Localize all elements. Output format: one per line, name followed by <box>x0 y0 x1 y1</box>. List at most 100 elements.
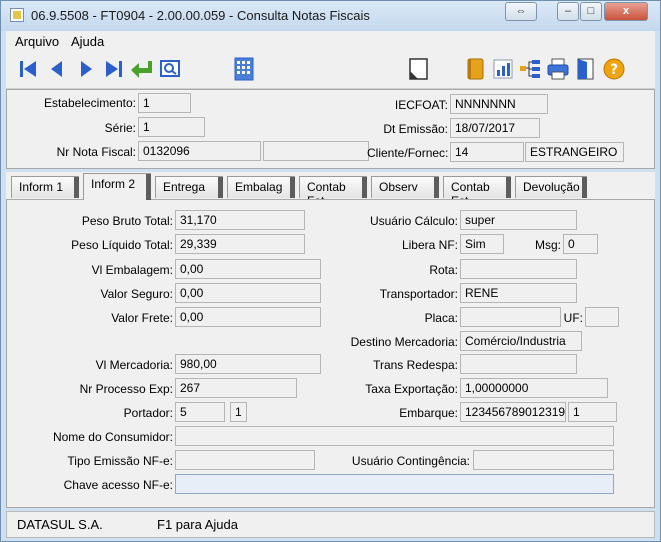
tab-devolucao[interactable]: Devolução <box>515 176 587 198</box>
msg-label: Msg: <box>534 238 561 252</box>
status-company: DATASUL S.A. <box>17 517 103 532</box>
placa-field[interactable] <box>460 307 561 327</box>
taxa-exportacao-label: Taxa Exportação: <box>365 382 458 396</box>
new-document-icon[interactable] <box>406 57 430 81</box>
tab-contab-est[interactable]: Contab Est <box>443 176 511 208</box>
tab-inform-2-label: Inform 2 <box>91 177 136 191</box>
tree-structure-icon[interactable] <box>518 57 542 81</box>
title-bar[interactable]: 06.9.5508 - FT0904 - 2.00.00.059 - Consu… <box>1 1 660 31</box>
usuario-calculo-field[interactable]: super <box>460 210 577 230</box>
menu-arquivo[interactable]: Arquivo <box>15 34 59 49</box>
dt-emissao-field[interactable]: 18/07/2017 <box>450 118 540 138</box>
valor-frete-field[interactable]: 0,00 <box>175 307 321 327</box>
close-button[interactable]: x <box>604 2 648 21</box>
peso-bruto-label: Peso Bruto Total: <box>81 214 173 228</box>
peso-bruto-field[interactable]: 31,170 <box>175 210 305 230</box>
exit-door-icon[interactable] <box>574 57 598 81</box>
tab-entrega-label: Entrega <box>163 180 206 194</box>
portador-label: Portador: <box>123 406 173 420</box>
tab-inform-1[interactable]: Inform 1 <box>11 176 79 198</box>
usuario-contingencia-field[interactable] <box>473 450 614 470</box>
header-panel: Estabelecimento: 1 Série: 1 Nr Nota Fisc… <box>6 89 655 169</box>
vl-embalagem-label: Vl Embalagem: <box>91 263 173 277</box>
help-icon[interactable]: ? <box>602 57 626 81</box>
transportador-label: Transportador: <box>379 287 458 301</box>
inform-2-panel: Peso Bruto Total: 31,170 Peso Líquido To… <box>6 199 655 508</box>
previous-record-icon[interactable] <box>45 57 69 81</box>
rota-field[interactable] <box>460 259 577 279</box>
tipo-emissao-field[interactable] <box>175 450 315 470</box>
nome-consumidor-field[interactable] <box>175 426 614 446</box>
report-chart-icon[interactable] <box>491 57 515 81</box>
trans-redespa-field[interactable] <box>460 354 577 374</box>
tab-observ-label: Observ <box>379 180 418 194</box>
tab-inform-2[interactable]: Inform 2 <box>83 173 151 200</box>
cliente-fornec-label: Cliente/Fornec: <box>367 146 449 160</box>
tipo-emissao-label: Tipo Emissão NF-e: <box>67 454 173 468</box>
uf-field[interactable] <box>585 307 619 327</box>
menu-ajuda[interactable]: Ajuda <box>71 34 104 49</box>
nr-processo-exp-field[interactable]: 267 <box>175 378 297 398</box>
peso-liquido-field[interactable]: 29,339 <box>175 234 305 254</box>
first-record-icon[interactable] <box>16 57 40 81</box>
serie-field[interactable]: 1 <box>138 117 205 137</box>
embarque-field[interactable]: 1234567890123193 <box>460 402 566 422</box>
vl-mercadoria-field[interactable]: 980,00 <box>175 354 321 374</box>
chave-acesso-label: Chave acesso NF-e: <box>63 478 173 492</box>
toolbar: ? <box>6 51 655 89</box>
nr-nota-fiscal-label: Nr Nota Fiscal: <box>56 145 136 159</box>
transportador-field[interactable]: RENE <box>460 283 577 303</box>
search-zoom-icon[interactable] <box>158 57 182 81</box>
usuario-calculo-label: Usuário Cálculo: <box>369 214 458 228</box>
taxa-exportacao-field[interactable]: 1,00000000 <box>460 378 608 398</box>
uf-label: UF: <box>563 311 583 325</box>
tab-bar: Inform 1 Inform 2 Entrega Embalag Contab… <box>6 172 655 208</box>
app-icon <box>10 8 24 22</box>
embarque-label: Embarque: <box>399 406 458 420</box>
vl-mercadoria-label: Vl Mercadoria: <box>95 358 173 372</box>
destino-mercadoria-field[interactable]: Comércio/Industria <box>460 331 582 351</box>
valor-seguro-field[interactable]: 0,00 <box>175 283 321 303</box>
status-help: F1 para Ajuda <box>157 517 238 532</box>
tab-observ[interactable]: Observ <box>371 176 439 198</box>
rota-label: Rota: <box>429 263 458 277</box>
trans-redespa-label: Trans Redespa: <box>373 358 458 372</box>
usuario-contingencia-label: Usuário Contingência: <box>351 454 470 468</box>
libera-nf-field[interactable]: Sim <box>460 234 504 254</box>
cliente-name-field[interactable]: ESTRANGEIRO <box>525 142 624 162</box>
peso-liquido-label: Peso Líquido Total: <box>71 238 173 252</box>
cliente-code-field[interactable]: 14 <box>450 142 524 162</box>
tab-entrega[interactable]: Entrega <box>155 176 223 198</box>
tab-devolucao-label: Devolução <box>523 180 580 194</box>
printer-icon[interactable] <box>546 57 570 81</box>
valor-frete-label: Valor Frete: <box>111 311 173 325</box>
status-bar: DATASUL S.A. F1 para Ajuda <box>6 511 655 538</box>
nr-processo-exp-label: Nr Processo Exp: <box>79 382 173 396</box>
calendar-icon[interactable] <box>232 57 256 81</box>
iecfoat-field[interactable]: NNNNNNN <box>450 94 548 114</box>
goto-return-icon[interactable] <box>130 57 154 81</box>
portador-modalidade-field[interactable]: 1 <box>230 402 247 422</box>
window-title: 06.9.5508 - FT0904 - 2.00.00.059 - Consu… <box>31 8 370 23</box>
vl-embalagem-field[interactable]: 0,00 <box>175 259 321 279</box>
chave-acesso-field[interactable] <box>175 474 614 494</box>
libera-nf-label: Libera NF: <box>401 238 458 252</box>
application-window: 06.9.5508 - FT0904 - 2.00.00.059 - Consu… <box>0 0 661 542</box>
last-record-icon[interactable] <box>102 57 126 81</box>
estabelecimento-field[interactable]: 1 <box>138 93 191 113</box>
notebook-icon[interactable] <box>463 57 487 81</box>
nr-nota-fiscal-field[interactable]: 0132096 <box>138 141 261 161</box>
maximize-button[interactable]: □ <box>580 2 602 21</box>
tab-embalag[interactable]: Embalag <box>227 176 295 198</box>
estabelecimento-label: Estabelecimento: <box>43 96 136 110</box>
portador-field[interactable]: 5 <box>175 402 225 422</box>
embarque-sequencia-field[interactable]: 1 <box>568 402 617 422</box>
placa-label: Placa: <box>424 311 458 325</box>
nr-nota-fiscal-extra-field[interactable] <box>263 141 369 161</box>
tab-contab-fat[interactable]: Contab Fat <box>299 176 367 208</box>
iecfoat-label: IECFOAT: <box>394 98 448 112</box>
minimize-button[interactable]: – <box>557 2 579 21</box>
next-record-icon[interactable] <box>74 57 98 81</box>
restore-button[interactable]: ⇔ <box>505 2 537 21</box>
msg-field[interactable]: 0 <box>563 234 598 254</box>
